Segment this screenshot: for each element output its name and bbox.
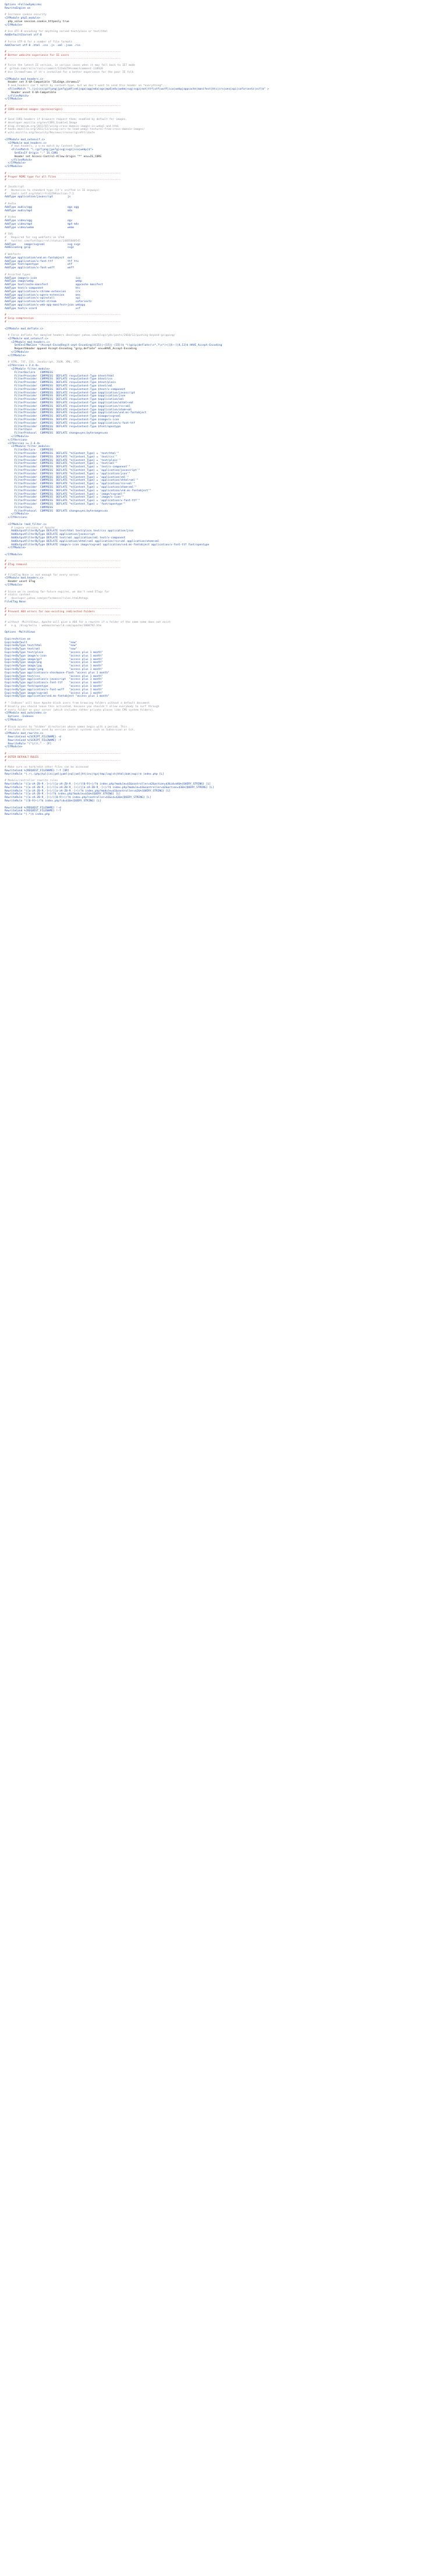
htaccess-code-listing: Options +FollowSymLinks RewriteEngine on #… <box>0 0 446 817</box>
code-line: RewriteRule ^(.*)$ index.php <box>5 813 50 817</box>
